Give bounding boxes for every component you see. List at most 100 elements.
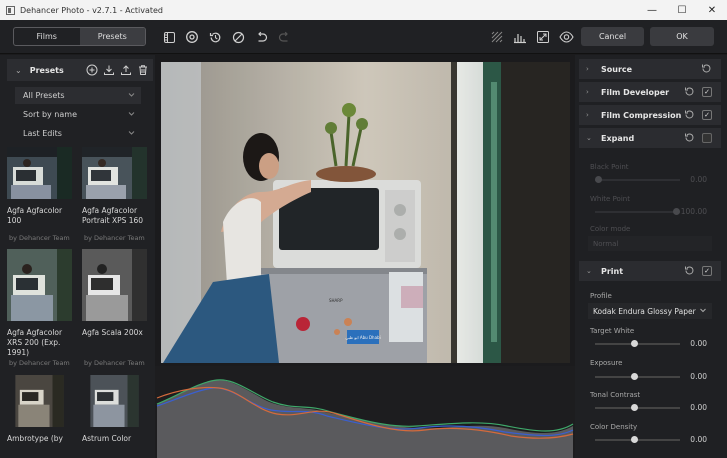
- film-strip-icon[interactable]: [160, 28, 178, 46]
- preset-thumbnail: [90, 375, 139, 427]
- fullscreen-icon[interactable]: [534, 28, 552, 46]
- undo-icon[interactable]: [252, 28, 270, 46]
- chevron-down-icon: [128, 129, 135, 138]
- preset-name: Agfa Agfacolor 100: [7, 206, 63, 225]
- reset-icon[interactable]: [684, 265, 695, 278]
- preset-card[interactable]: Agfa Agfacolor Portrait XPS 160 by Dehan…: [82, 147, 147, 242]
- preset-card[interactable]: Agfa Agfacolor 100 by Dehancer Team: [7, 147, 72, 242]
- history-icon[interactable]: [206, 28, 224, 46]
- chevron-right-icon: ›: [586, 65, 589, 73]
- section-print[interactable]: ⌄ Print ✓: [579, 261, 721, 281]
- minimize-button[interactable]: —: [637, 0, 667, 20]
- enable-checkbox[interactable]: [702, 133, 712, 143]
- black-point-value[interactable]: 0.00: [690, 175, 707, 184]
- preset-thumbnail: [82, 147, 147, 199]
- enable-checkbox[interactable]: ✓: [702, 266, 712, 276]
- trash-icon[interactable]: [136, 63, 149, 76]
- color-mode-label: Color mode: [590, 225, 631, 233]
- sort-dropdown[interactable]: Sort by name: [15, 106, 141, 123]
- target-white-value[interactable]: 0.00: [690, 339, 707, 348]
- section-label: Print: [601, 266, 624, 276]
- preset-name: Ambrotype (by: [7, 434, 63, 443]
- white-point-slider[interactable]: [595, 208, 680, 215]
- color-density-slider[interactable]: [595, 436, 680, 443]
- preset-thumbnail: [7, 249, 72, 321]
- section-label: Source: [601, 64, 633, 74]
- reset-icon[interactable]: [684, 132, 695, 145]
- preset-author: by Dehancer Team: [9, 234, 70, 242]
- sort-value: Sort by name: [23, 110, 77, 119]
- reset-icon[interactable]: [701, 63, 712, 76]
- chevron-right-icon: ›: [586, 88, 589, 96]
- maximize-button[interactable]: ☐: [667, 0, 697, 20]
- chevron-down-icon: [128, 110, 135, 119]
- title-bar: Dehancer Photo - v2.7.1 - Activated — ☐ …: [0, 0, 727, 20]
- preset-card[interactable]: Agfa Scala 200x by Dehancer Team: [82, 249, 147, 367]
- section-film-developer[interactable]: › Film Developer ✓: [579, 82, 721, 102]
- chevron-down-icon: [128, 91, 135, 100]
- settings-icon[interactable]: [183, 28, 201, 46]
- photo-preview[interactable]: ابو ظبي Abu Dhabi SHARP: [161, 62, 570, 363]
- redo-icon[interactable]: [275, 28, 293, 46]
- add-preset-icon[interactable]: [85, 63, 98, 76]
- cancel-button[interactable]: Cancel: [581, 27, 644, 46]
- preset-card[interactable]: Ambrotype (by: [7, 375, 72, 444]
- section-expand[interactable]: ⌄ Expand: [579, 128, 721, 148]
- upload-icon[interactable]: [119, 63, 132, 76]
- reset-icon[interactable]: [684, 86, 695, 99]
- disable-icon[interactable]: [229, 28, 247, 46]
- section-source[interactable]: › Source: [579, 59, 721, 79]
- download-icon[interactable]: [102, 63, 115, 76]
- tab-films[interactable]: Films: [14, 28, 80, 45]
- target-white-slider[interactable]: [595, 340, 680, 347]
- color-mode-value: Normal: [593, 239, 619, 248]
- preset-card[interactable]: Agfa Agfacolor XRS 200 (Exp. 1991) by De…: [7, 249, 72, 367]
- app-icon: [6, 5, 15, 15]
- chevron-right-icon: ›: [586, 111, 589, 119]
- tonal-contrast-slider[interactable]: [595, 404, 680, 411]
- grain-icon[interactable]: [488, 28, 506, 46]
- slider-knob[interactable]: [595, 176, 602, 183]
- preset-thumbnail: [82, 249, 147, 321]
- histogram: [155, 366, 575, 458]
- profile-dropdown[interactable]: Kodak Endura Glossy Paper: [588, 303, 712, 319]
- preset-card[interactable]: Astrum Color: [82, 375, 147, 444]
- slider-knob[interactable]: [673, 208, 680, 215]
- tab-presets[interactable]: Presets: [79, 28, 145, 45]
- close-button[interactable]: ✕: [697, 0, 727, 20]
- slider-knob[interactable]: [631, 340, 638, 347]
- reset-icon[interactable]: [684, 109, 695, 122]
- preset-name: Astrum Color: [82, 434, 132, 443]
- black-point-slider[interactable]: [595, 176, 680, 183]
- tonal-contrast-value[interactable]: 0.00: [690, 403, 707, 412]
- last-edits-dropdown[interactable]: Last Edits: [15, 125, 141, 142]
- slider-knob[interactable]: [631, 373, 638, 380]
- filter-value: All Presets: [23, 91, 65, 100]
- chevron-down-icon: [699, 306, 707, 316]
- exposure-value[interactable]: 0.00: [690, 372, 707, 381]
- ok-button[interactable]: OK: [650, 27, 714, 46]
- profile-value: Kodak Endura Glossy Paper: [593, 306, 696, 316]
- last-edits-value: Last Edits: [23, 129, 62, 138]
- preset-author: by Dehancer Team: [9, 359, 70, 367]
- slider-knob[interactable]: [631, 404, 638, 411]
- presets-title: Presets: [29, 65, 64, 75]
- eye-icon[interactable]: [557, 28, 575, 46]
- profile-label: Profile: [590, 292, 612, 300]
- window-controls: — ☐ ✕: [637, 0, 727, 20]
- enable-checkbox[interactable]: ✓: [702, 110, 712, 120]
- presets-header[interactable]: ⌄ Presets: [7, 59, 153, 81]
- white-point-value[interactable]: 100.00: [681, 207, 707, 216]
- histogram-icon[interactable]: [511, 28, 529, 46]
- section-film-compression[interactable]: › Film Compression ✓: [579, 105, 721, 125]
- slider-knob[interactable]: [631, 436, 638, 443]
- tonal-contrast-label: Tonal Contrast: [590, 391, 641, 399]
- color-density-value[interactable]: 0.00: [690, 435, 707, 444]
- enable-checkbox[interactable]: ✓: [702, 87, 712, 97]
- filter-dropdown[interactable]: All Presets: [15, 87, 141, 104]
- color-mode-dropdown[interactable]: Normal: [588, 236, 712, 251]
- preset-thumbnail: [7, 147, 72, 199]
- preset-grid: Agfa Agfacolor 100 by Dehancer Team Agfa…: [7, 147, 153, 458]
- exposure-slider[interactable]: [595, 373, 680, 380]
- preset-author: by Dehancer Team: [84, 359, 145, 367]
